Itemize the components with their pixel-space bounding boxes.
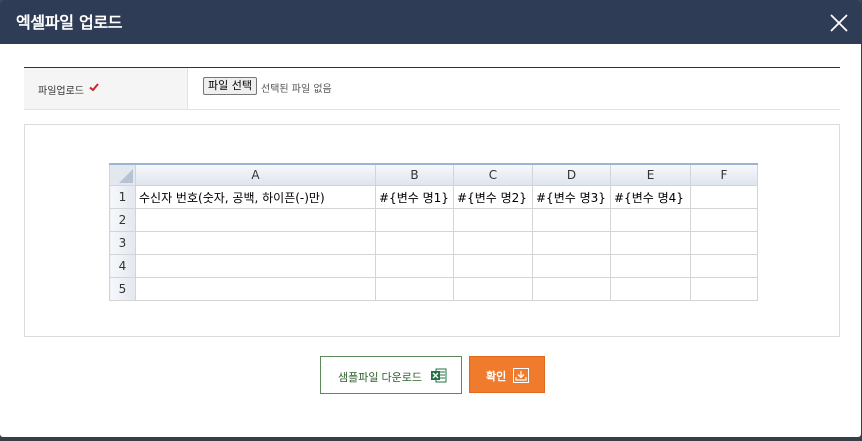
column-header: C (453, 163, 533, 186)
cell: #{변수 명1} (375, 185, 454, 209)
cell (135, 231, 376, 255)
cell (375, 231, 454, 255)
cell (532, 254, 611, 278)
table-row: 5 (109, 277, 758, 301)
cell (135, 208, 376, 232)
cell: #{변수 명3} (532, 185, 611, 209)
file-status-text: 선택된 파일 없음 (261, 84, 332, 95)
cell: #{변수 명4} (610, 185, 691, 209)
column-header: D (532, 163, 611, 186)
cell (610, 231, 691, 255)
sample-preview-panel: A B C D E F 1 수신자 번호(숫자, 공백, 하이픈(-)만) #{… (24, 124, 840, 337)
cell (375, 277, 454, 301)
row-number: 5 (109, 277, 136, 301)
cell (453, 231, 533, 255)
cell (453, 254, 533, 278)
cell (690, 231, 758, 255)
cell (453, 208, 533, 232)
column-header: A (135, 163, 376, 186)
cell (690, 208, 758, 232)
required-check-icon (89, 83, 99, 92)
row-number: 4 (109, 254, 136, 278)
download-tray-icon (513, 368, 529, 383)
column-header: B (375, 163, 454, 186)
upload-label: 파일업로드 (38, 86, 84, 97)
row-number: 2 (109, 208, 136, 232)
file-select-button[interactable]: 파일 선택 (203, 77, 257, 95)
file-upload-row: 파일업로드 파일 선택 선택된 파일 없음 (24, 67, 840, 110)
select-all-corner (109, 163, 136, 186)
excel-upload-dialog: 엑셀파일 업로드 파일업로드 파일 선택 선택된 파일 없음 A B C D E… (0, 0, 861, 437)
column-header-row: A B C D E F (109, 163, 758, 186)
cell (375, 254, 454, 278)
cell (610, 254, 691, 278)
confirm-label: 확인 (486, 371, 507, 383)
sample-download-button[interactable]: 샘플파일 다운로드 (320, 356, 462, 394)
cell (532, 208, 611, 232)
cell (690, 277, 758, 301)
column-header: F (690, 163, 758, 186)
table-row: 4 (109, 254, 758, 278)
cell (690, 185, 758, 209)
dialog-title: 엑셀파일 업로드 (16, 13, 123, 32)
cell: 수신자 번호(숫자, 공백, 하이픈(-)만) (135, 185, 376, 209)
sample-download-label: 샘플파일 다운로드 (338, 372, 423, 384)
table-row: 2 (109, 208, 758, 232)
excel-icon (431, 368, 447, 383)
cell (610, 208, 691, 232)
table-row: 1 수신자 번호(숫자, 공백, 하이픈(-)만) #{변수 명1} #{변수 … (109, 185, 758, 209)
close-icon[interactable] (828, 12, 850, 34)
cell (453, 277, 533, 301)
cell (375, 208, 454, 232)
upload-label-cell: 파일업로드 (24, 68, 188, 109)
spreadsheet-preview: A B C D E F 1 수신자 번호(숫자, 공백, 하이픈(-)만) #{… (109, 163, 758, 301)
column-header: E (610, 163, 691, 186)
cell (532, 277, 611, 301)
cell (135, 277, 376, 301)
cell (532, 231, 611, 255)
cell (135, 254, 376, 278)
confirm-button[interactable]: 확인 (469, 356, 545, 393)
cell: #{변수 명2} (453, 185, 533, 209)
cell (690, 254, 758, 278)
dialog-titlebar: 엑셀파일 업로드 (0, 0, 861, 44)
row-number: 1 (109, 185, 136, 209)
table-row: 3 (109, 231, 758, 255)
cell (610, 277, 691, 301)
row-number: 3 (109, 231, 136, 255)
